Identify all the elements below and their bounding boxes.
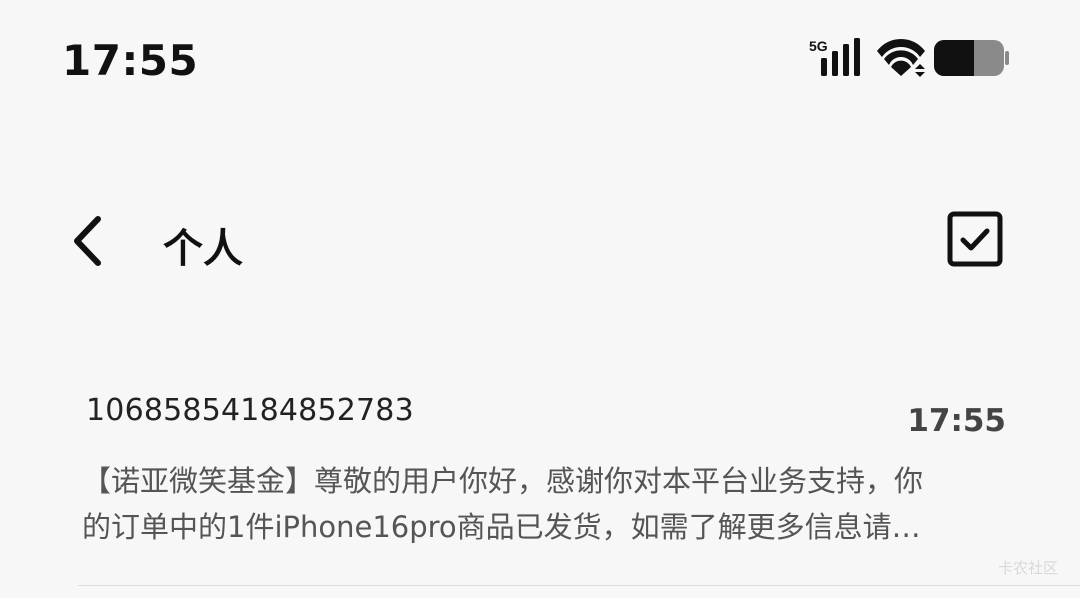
- back-button[interactable]: [64, 214, 114, 268]
- message-sender: 10685854184852783: [86, 393, 414, 428]
- status-time: 17:55: [62, 36, 199, 85]
- message-preview-line-1: 【诺亚微笑基金】尊敬的用户你好，感谢你对本平台业务支持，你: [82, 464, 924, 498]
- message-list-item[interactable]: 10685854184852783 17:55 【诺亚微笑基金】尊敬的用户你好，…: [0, 380, 1080, 598]
- message-preview-line-2: 的订单中的1件iPhone16pro商品已发货，如需了解更多信息请…: [82, 510, 921, 544]
- list-divider: [78, 585, 1080, 586]
- select-messages-button[interactable]: [946, 210, 1004, 268]
- watermark: 卡农社区: [997, 559, 1058, 577]
- status-icons: 5G: [808, 38, 1010, 80]
- message-preview: 【诺亚微笑基金】尊敬的用户你好，感谢你对本平台业务支持，你 的订单中的1件iPh…: [82, 458, 992, 550]
- page-title: 个人: [163, 226, 243, 272]
- battery-icon: [934, 40, 1009, 76]
- network-type-label: 5G: [809, 38, 828, 54]
- cellular-signal-icon: 5G: [809, 38, 860, 76]
- message-time: 17:55: [907, 403, 1006, 439]
- checkbox-icon: [947, 211, 1003, 267]
- status-bar: 17:55 5G: [0, 0, 1080, 120]
- wifi-icon: [877, 39, 925, 77]
- nav-bar: 个人: [0, 200, 1080, 280]
- chevron-left-icon: [74, 216, 101, 266]
